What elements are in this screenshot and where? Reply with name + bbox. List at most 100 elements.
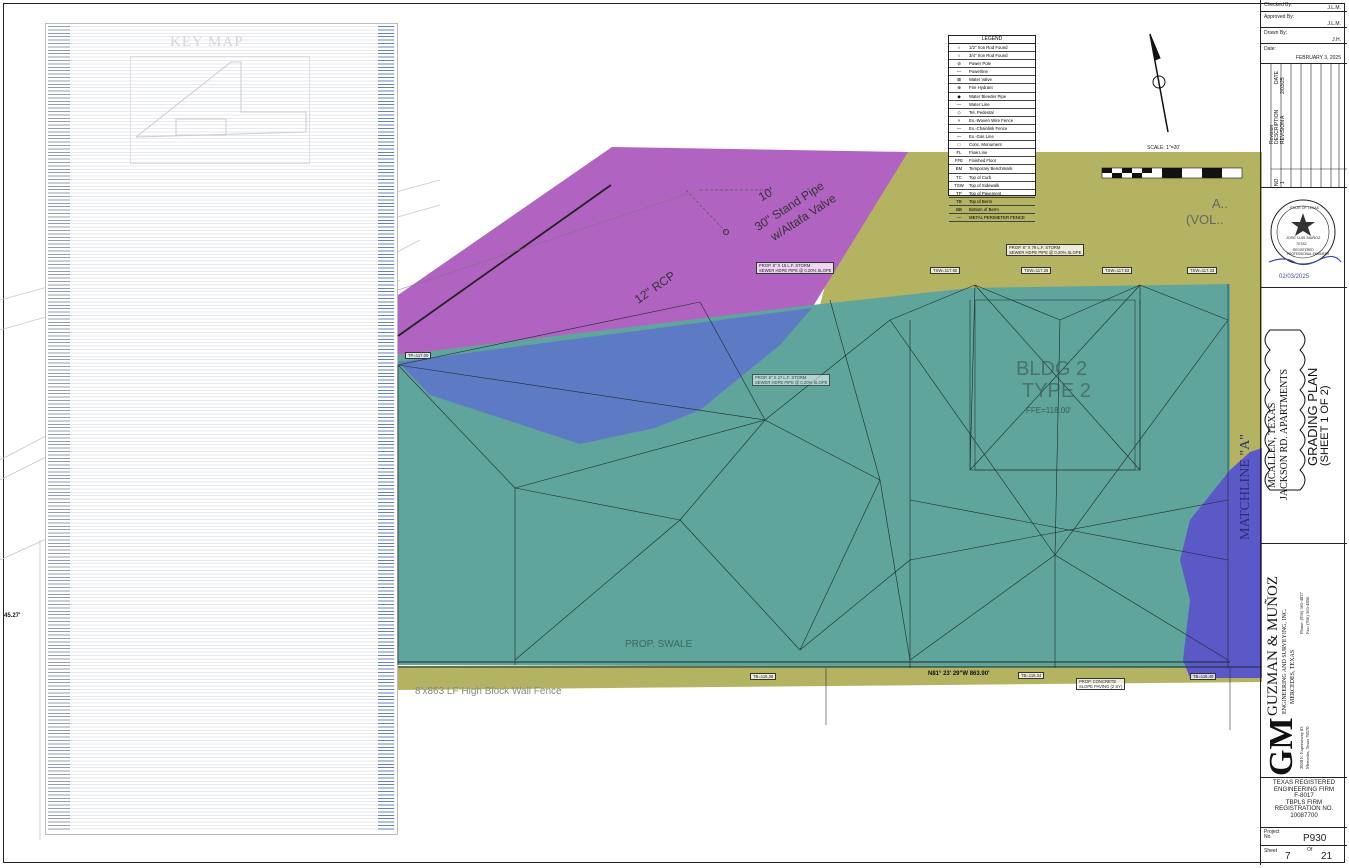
legend-item: TP Top of Pavement: [949, 190, 1035, 198]
legend-item: ⊕ Fire Hydrant: [949, 84, 1035, 93]
registration-cell: TEXAS REGISTERED ENGINEERING FIRM F-8017…: [1261, 778, 1347, 828]
angle-label: 45.27': [4, 613, 21, 619]
legend-text: Ex.-Chainlink Fence: [969, 125, 1008, 131]
elev-tsw-1: TSW=117.60: [930, 267, 961, 274]
legend-text: Fire Hydrant: [969, 85, 993, 91]
revision-table: Revision DESCRIPTION NO. DATE REVISION A…: [1261, 64, 1347, 188]
legend-symbol: BM: [955, 166, 963, 172]
legend-item: ◆ Water Bleeder Pipe: [949, 93, 1035, 101]
legend-symbol: ⊕: [957, 85, 961, 91]
legend-item: BM Temporary Benchmark: [949, 165, 1035, 174]
legend-text: Ex.-Gas Line: [969, 134, 994, 140]
legend-item: ⊠ Water Valve: [949, 76, 1035, 85]
legend: LEGEND ○ 1/2" Iron Rod Found ○ 3/4" Iron Ro…: [948, 35, 1036, 223]
block-wall-label: 8'x863 LF High Block Wall Fence: [415, 686, 562, 697]
bearing-label: N81° 23' 29"W 863.90': [928, 671, 990, 677]
legend-text: Top of Curb: [969, 174, 992, 180]
project-name-cell: MCALLEN, TEXAS JACKSON RD. APARTMENTS GR…: [1261, 288, 1347, 544]
zone-teal: [398, 284, 1230, 668]
legend-item: FFE Finished Floor: [949, 157, 1035, 166]
legend-symbol: TB: [956, 198, 962, 204]
legend-symbol: ×: [957, 117, 961, 123]
legend-text: Ex.-Woven Wire Fence: [969, 117, 1014, 123]
legend-symbol: TP: [956, 190, 962, 196]
legend-symbol: —: [956, 69, 962, 75]
scale-label: SCALE: 1"=20': [1147, 145, 1181, 151]
legend-text: METAL PERIMETER FENCE: [969, 214, 1025, 220]
bldg-type-label: TYPE 2: [1022, 380, 1091, 402]
legend-item: ○ 1/2" Iron Rod Found: [949, 44, 1035, 53]
scale-bar: [1101, 167, 1243, 179]
legend-item: □ Conc. Monument: [949, 141, 1035, 150]
legend-symbol: —: [956, 214, 962, 220]
legend-symbol: FL: [956, 150, 962, 156]
legend-text: Water Bleeder Pipe: [969, 93, 1007, 99]
engineer-seal: STATE OF TEXAS JOSE LUIS MUÑOZ 70782 REG…: [1261, 188, 1347, 288]
legend-text: 3/4" Iron Rod Found: [969, 53, 1008, 59]
legend-title: LEGEND: [949, 36, 1035, 44]
legend-symbol: —: [956, 134, 962, 140]
legend-text: Bottom of Berm: [969, 206, 999, 212]
elev-tb-2: TB=116.34: [1018, 672, 1045, 679]
bldg-label: BLDG 2: [1016, 358, 1088, 380]
legend-item: TSW Top of Sidewalk: [949, 182, 1035, 190]
matchline-label: MATCHLINE "A": [1238, 434, 1253, 540]
legend-item: — Water Line: [949, 101, 1035, 109]
drawn-cell: Drawn By: J.H.: [1261, 28, 1347, 44]
legend-symbol: ○: [957, 53, 961, 59]
legend-item: ⊘ Power Pole: [949, 60, 1035, 69]
legend-text: Water Valve: [969, 77, 992, 83]
storm-pipe-label-3: PROP. 8" X 2? L.F. STORM SEWER HDPE PIPE …: [752, 374, 831, 386]
firm-cell: GM GUZMAN & MUÑOZ ENGINEERING AND SURVEY…: [1261, 544, 1347, 778]
legend-text: 1/2" Iron Rod Found: [969, 45, 1008, 50]
storm-pipe-label-1: PROP. 8" X 15 L.F. STORM SEWER HDPE PIPE …: [756, 262, 835, 274]
legend-text: Power Pole: [969, 61, 991, 67]
elev-tsw-3: TSW=117.63: [1102, 267, 1133, 274]
approved-cell: Approved By: J.L.M.: [1261, 12, 1347, 28]
legend-item: × Ex.-Woven Wire Fence: [949, 117, 1035, 125]
legend-item: FL Flow Line: [949, 149, 1035, 158]
title-block: Checked By: J.L.M. Approved By: J.L.M. D…: [1260, 0, 1347, 865]
legend-symbol: ○: [957, 45, 961, 50]
legend-symbol: FFE: [954, 158, 964, 164]
legend-text: Conc. Monument: [969, 142, 1002, 148]
project-no-cell: Project No. P930: [1261, 828, 1347, 846]
legend-symbol: TC: [956, 174, 962, 180]
north-arrow: [1149, 33, 1169, 133]
legend-text: Tel. Pedestal: [969, 109, 994, 115]
legend-text: Top of Berm: [969, 198, 993, 204]
legend-item: ○ 3/4" Iron Rod Found: [949, 52, 1035, 61]
ffe-label: FFE=118.00': [1026, 406, 1072, 415]
legend-text: Top of Pavement: [969, 190, 1002, 196]
elev-tb-1: TB=116.36: [750, 673, 777, 680]
legend-item: BB Bottom of Berm: [949, 206, 1035, 214]
storm-pipe-label-2: PROP. 8" X 79 L.F. STORM SEWER HDPE PIPE …: [1006, 244, 1085, 256]
elev-tb-3: TB=116.40: [1190, 673, 1217, 680]
legend-symbol: ◇: [957, 109, 961, 115]
legend-symbol: □: [957, 142, 961, 148]
vol-label: (VOL..: [1186, 212, 1224, 227]
legend-item: — METAL PERIMETER FENCE: [949, 214, 1035, 223]
elev-tp-1: TP=117.00: [405, 352, 432, 359]
grading-plan: [397, 33, 1306, 730]
legend-text: Finished Floor: [969, 158, 997, 164]
legend-symbol: —: [956, 125, 962, 131]
swale-label: PROP. SWALE: [625, 639, 693, 650]
legend-item: — Ex.-Gas Line: [949, 133, 1035, 142]
legend-item: TB Top of Berm: [949, 198, 1035, 206]
legend-item: TC Top of Curb: [949, 174, 1035, 182]
legend-symbol: —: [956, 101, 962, 107]
legend-item: — Ex.-Chainlink Fence: [949, 125, 1035, 134]
legend-symbol: BB: [956, 206, 962, 212]
legend-symbol: ◆: [957, 93, 961, 99]
concrete-paving-label: PROP. CONCRETE SLOPE PAVING (2 SY): [1076, 678, 1126, 690]
legend-symbol: ⊘: [957, 61, 961, 67]
elev-tsw-4: TSW=117.33: [1187, 267, 1218, 274]
vol-a-label: A..: [1212, 196, 1228, 211]
legend-text: Flow Line: [969, 150, 988, 156]
legend-text: Top of Sidewalk: [969, 182, 1000, 188]
date-cell: Date: FEBRUARY 3, 2025: [1261, 44, 1347, 64]
elev-tsw-2: TSW=117.26: [1021, 267, 1052, 274]
legend-item: — Powerline: [949, 68, 1035, 77]
sheet-no-cell: Sheet 7 Of 21: [1264, 847, 1333, 862]
